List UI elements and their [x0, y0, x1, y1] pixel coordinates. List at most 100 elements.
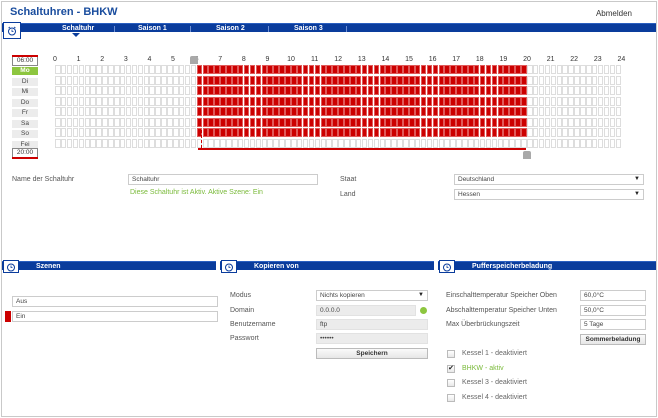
- grid-cell[interactable]: [308, 128, 315, 138]
- grid-cell[interactable]: [320, 65, 327, 75]
- grid-cell[interactable]: [355, 86, 362, 96]
- grid-cell[interactable]: [532, 107, 539, 117]
- grid-cell[interactable]: [178, 107, 185, 117]
- grid-cell[interactable]: [591, 86, 598, 96]
- grid-cell[interactable]: [462, 75, 468, 85]
- grid-cell[interactable]: [173, 96, 179, 106]
- grid-cell[interactable]: [562, 128, 568, 138]
- grid-cell[interactable]: [66, 128, 73, 138]
- grid-cell[interactable]: [261, 86, 268, 96]
- grid-cell[interactable]: [438, 117, 445, 127]
- grid-cell[interactable]: [485, 75, 492, 85]
- grid-cell[interactable]: [397, 75, 403, 85]
- grid-cell[interactable]: [226, 65, 232, 75]
- grid-cell[interactable]: [456, 107, 462, 117]
- grid-cell[interactable]: [426, 86, 433, 96]
- grid-cell[interactable]: [450, 138, 456, 148]
- grid-cell[interactable]: [550, 65, 557, 75]
- grid-cell[interactable]: [285, 75, 291, 85]
- grid-cell[interactable]: [202, 86, 209, 96]
- grid-cell[interactable]: [509, 86, 515, 96]
- grid-cell[interactable]: [450, 128, 456, 138]
- day-mi[interactable]: Mi: [12, 88, 38, 96]
- grid-cell[interactable]: [491, 128, 498, 138]
- grid-cell[interactable]: [444, 128, 450, 138]
- grid-cell[interactable]: [243, 107, 250, 117]
- grid-cell[interactable]: [420, 96, 427, 106]
- grid-cell[interactable]: [521, 65, 527, 75]
- grid-cell[interactable]: [184, 75, 191, 85]
- grid-cell[interactable]: [503, 65, 509, 75]
- grid-cell[interactable]: [538, 96, 545, 106]
- grid-cell[interactable]: [314, 96, 321, 106]
- grid-cell[interactable]: [355, 65, 362, 75]
- grid-cell[interactable]: [267, 86, 273, 96]
- off-temp-input[interactable]: 50,0°C: [580, 305, 646, 316]
- grid-cell[interactable]: [131, 138, 138, 148]
- grid-cell[interactable]: [196, 107, 203, 117]
- grid-cell[interactable]: [591, 117, 598, 127]
- grid-cell[interactable]: [615, 138, 622, 148]
- grid-cell[interactable]: [338, 75, 344, 85]
- grid-cell[interactable]: [78, 128, 85, 138]
- grid-cell[interactable]: [308, 75, 315, 85]
- grid-cell[interactable]: [149, 86, 155, 96]
- grid-cell[interactable]: [586, 138, 592, 148]
- grid-cell[interactable]: [367, 117, 374, 127]
- grid-cell[interactable]: [302, 65, 309, 75]
- grid-cell[interactable]: [202, 75, 209, 85]
- grid-cell[interactable]: [137, 117, 144, 127]
- name-input[interactable]: Schaltuhr: [128, 174, 318, 185]
- grid-cell[interactable]: [521, 96, 527, 106]
- grid-cell[interactable]: [178, 86, 185, 96]
- grid-cell[interactable]: [55, 86, 61, 96]
- grid-cell[interactable]: [485, 128, 492, 138]
- grid-cell[interactable]: [420, 107, 427, 117]
- grid-cell[interactable]: [521, 138, 527, 148]
- day-di[interactable]: Di: [12, 77, 38, 86]
- grid-cell[interactable]: [214, 65, 220, 75]
- grid-cell[interactable]: [302, 75, 309, 85]
- grid-cell[interactable]: [296, 96, 303, 106]
- grid-cell[interactable]: [220, 117, 226, 127]
- grid-cell[interactable]: [538, 65, 545, 75]
- grid-cell[interactable]: [538, 117, 545, 127]
- grid-cell[interactable]: [137, 107, 144, 117]
- grid-cell[interactable]: [350, 117, 356, 127]
- grid-cell[interactable]: [332, 107, 338, 117]
- grid-cell[interactable]: [379, 86, 386, 96]
- grid-cell[interactable]: [143, 128, 150, 138]
- grid-cell[interactable]: [149, 96, 155, 106]
- grid-cell[interactable]: [167, 138, 173, 148]
- grid-cell[interactable]: [279, 65, 285, 75]
- grid-cell[interactable]: [414, 86, 421, 96]
- grid-cell[interactable]: [131, 96, 138, 106]
- grid-cell[interactable]: [184, 65, 191, 75]
- grid-cell[interactable]: [137, 75, 144, 85]
- grid-cell[interactable]: [143, 75, 150, 85]
- grid-cell[interactable]: [137, 86, 144, 96]
- grid-cell[interactable]: [78, 117, 85, 127]
- grid-cell[interactable]: [550, 96, 557, 106]
- grid-cell[interactable]: [114, 107, 120, 117]
- grid-cell[interactable]: [568, 117, 574, 127]
- grid-cell[interactable]: [178, 96, 185, 106]
- grid-cell[interactable]: [344, 128, 350, 138]
- grid-cell[interactable]: [609, 107, 616, 117]
- grid-cell[interactable]: [450, 65, 456, 75]
- grid-cell[interactable]: [108, 138, 114, 148]
- grid-cell[interactable]: [249, 117, 256, 127]
- grid-cell[interactable]: [403, 117, 409, 127]
- grid-cell[interactable]: [414, 75, 421, 85]
- grid-cell[interactable]: [291, 138, 297, 148]
- grid-cell[interactable]: [296, 128, 303, 138]
- grid-cell[interactable]: [409, 65, 415, 75]
- grid-cell[interactable]: [202, 96, 209, 106]
- grid-cell[interactable]: [114, 86, 120, 96]
- grid-cell[interactable]: [432, 65, 439, 75]
- grid-cell[interactable]: [456, 117, 462, 127]
- grid-cell[interactable]: [78, 65, 85, 75]
- grid-cell[interactable]: [196, 86, 203, 96]
- grid-cell[interactable]: [568, 96, 574, 106]
- boiler-checkbox[interactable]: [447, 379, 455, 387]
